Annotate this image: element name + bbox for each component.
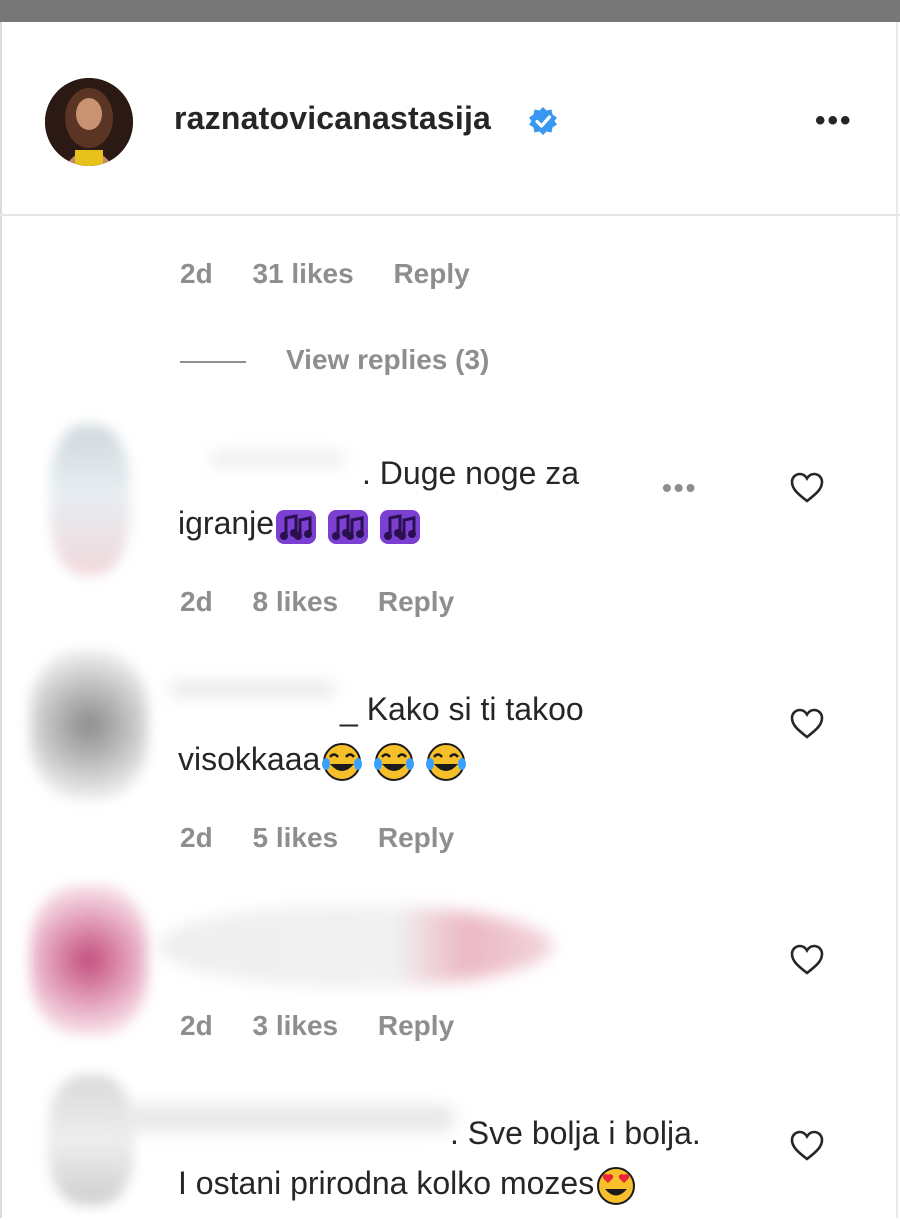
comment-text: . Duge noge za igranje [178,448,579,548]
comment-meta: 2d 31 likes Reply [180,258,470,290]
comment-likes[interactable]: 5 likes [252,822,338,854]
comment-age: 2d [180,822,213,853]
tears-of-joy-emoji [374,742,415,781]
comment-text-line: igranje [178,498,579,548]
replies-divider-line [180,360,246,363]
like-heart-icon[interactable] [790,944,824,976]
comment-age: 2d [180,258,213,289]
top-bar [0,0,900,22]
avatar[interactable] [30,650,148,800]
like-heart-icon[interactable] [790,1130,824,1162]
comment-age: 2d [180,586,213,617]
comment-text-fragment: I ostani prirodna kolko mozes [178,1165,595,1201]
comment-text-line: visokkaaa [178,734,584,784]
avatar[interactable] [50,425,130,575]
avatar-photo [45,78,133,166]
view-replies-button[interactable]: View replies (3) [180,344,489,376]
music-note-emoji [380,509,421,544]
view-replies-label: View replies (3) [286,344,490,375]
comment-text-fragment: visokkaaa [178,741,321,777]
comment-more-options-icon[interactable]: ••• [662,472,697,504]
verified-badge-icon [529,107,557,135]
music-note-emoji [276,509,317,544]
comment-meta: 2d 3 likes Reply [180,1010,454,1042]
avatar[interactable] [45,78,133,166]
comment-likes[interactable]: 8 likes [252,586,338,618]
like-heart-icon[interactable] [790,708,824,740]
heart-eyes-emoji [597,1166,636,1205]
more-options-icon[interactable]: ••• [815,104,853,138]
tears-of-joy-emoji [322,742,363,781]
reply-button[interactable]: Reply [393,258,469,290]
post-username[interactable]: raznatovicanastasija [174,100,491,137]
like-heart-icon[interactable] [790,472,824,504]
avatar[interactable] [48,1075,134,1205]
avatar[interactable] [30,885,148,1035]
comment-text-fragment: igranje [178,505,275,541]
comment-text-line: . Sve bolja i bolja. [450,1115,701,1151]
comment-text: _ Kako si ti takoo visokkaaa [178,684,584,784]
comment-likes[interactable]: 3 likes [252,1010,338,1042]
reply-button[interactable]: Reply [378,1010,454,1042]
comment-text-line: . Duge noge za [362,455,580,491]
reply-button[interactable]: Reply [378,822,454,854]
comment-meta: 2d 8 likes Reply [180,586,454,618]
reply-button[interactable]: Reply [378,586,454,618]
comment-age: 2d [180,1010,213,1041]
comment-likes[interactable]: 31 likes [252,258,353,290]
comment-text-line: _ Kako si ti takoo [340,691,584,727]
comment-text: . Sve bolja i bolja. I ostani prirodna k… [178,1108,701,1208]
comment-text-blurred [158,905,553,987]
comment-meta: 2d 5 likes Reply [180,822,454,854]
comment-text-line: I ostani prirodna kolko mozes [178,1158,701,1208]
music-note-emoji [328,509,369,544]
tears-of-joy-emoji [426,742,467,781]
